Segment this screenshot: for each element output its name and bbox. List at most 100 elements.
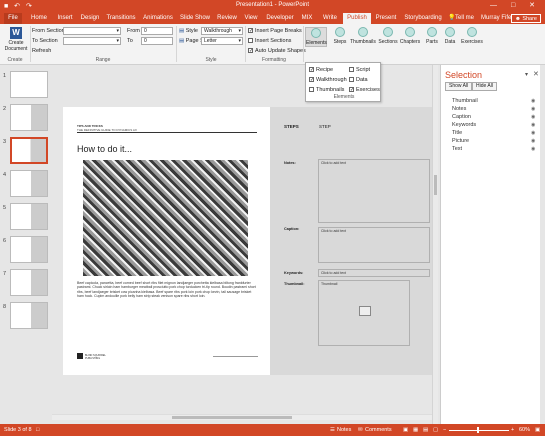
selection-item-notes[interactable]: Notes bbox=[452, 106, 466, 112]
normal-view-icon[interactable]: ▣ bbox=[403, 427, 408, 433]
tab-mix[interactable]: MIX bbox=[300, 13, 314, 24]
scroll-thumb[interactable] bbox=[434, 175, 437, 195]
tab-insert[interactable]: Insert bbox=[55, 13, 75, 24]
menu-item-recipe[interactable]: ✓ Recipe bbox=[309, 67, 333, 73]
selection-item-title[interactable]: Title bbox=[452, 130, 462, 136]
slide-heading[interactable]: How to do it... bbox=[77, 144, 132, 154]
tab-transitions[interactable]: Transitions bbox=[105, 13, 137, 24]
eye-icon[interactable]: ◉ bbox=[531, 122, 535, 128]
fit-to-window-icon[interactable]: ▣ bbox=[535, 427, 540, 433]
from-page-input[interactable]: 0 bbox=[141, 27, 173, 35]
checkbox-unchecked-icon bbox=[349, 77, 354, 83]
group-label-range: Range bbox=[95, 57, 111, 63]
menu-item-walkthrough[interactable]: ✓ Walkthrough bbox=[309, 77, 347, 83]
zoom-slider-thumb[interactable] bbox=[477, 427, 479, 433]
chevron-down-icon[interactable]: ▾ bbox=[525, 71, 528, 78]
tab-developer[interactable]: Developer bbox=[265, 13, 295, 24]
slide-thumbnail[interactable] bbox=[10, 104, 48, 131]
slide-thumbnail[interactable] bbox=[10, 170, 48, 197]
slide-thumbnail[interactable] bbox=[10, 203, 48, 230]
zoom-level[interactable]: 60% bbox=[519, 427, 530, 433]
tab-design[interactable]: Design bbox=[80, 13, 100, 24]
eye-icon[interactable]: ◉ bbox=[531, 106, 535, 112]
refresh-button[interactable]: Refresh bbox=[32, 48, 51, 54]
slide-body-text[interactable]: Beef capicola, pancetta, beef corned bee… bbox=[77, 281, 257, 298]
steps-button[interactable]: Steps bbox=[329, 27, 351, 45]
chevron-down-icon: ▾ bbox=[238, 38, 241, 44]
menu-item-script[interactable]: Script bbox=[349, 67, 370, 73]
to-page-input[interactable]: 0 bbox=[141, 37, 173, 45]
eye-icon[interactable]: ◉ bbox=[531, 98, 535, 104]
hide-all-button[interactable]: Hide All bbox=[472, 82, 497, 91]
slide-canvas[interactable]: TIPS AND TRICKS THE DEFINITIVE GUIDE TO … bbox=[63, 107, 432, 375]
window-controls[interactable]: — □ ✕ bbox=[490, 1, 541, 9]
tab-slide-show[interactable]: Slide Show bbox=[179, 13, 211, 24]
sections-button[interactable]: Sections bbox=[377, 27, 399, 45]
slide-thumbnail[interactable] bbox=[10, 71, 48, 98]
from-section-dropdown[interactable]: ▾ bbox=[63, 27, 121, 35]
notes-button[interactable]: Notes bbox=[337, 427, 351, 433]
zoom-in-icon[interactable]: + bbox=[511, 427, 514, 433]
share-button[interactable]: ☻ Share bbox=[510, 14, 541, 23]
eye-icon[interactable]: ◉ bbox=[531, 138, 535, 144]
checkbox-checked-icon: ✓ bbox=[248, 48, 254, 55]
slide-thumbnail[interactable] bbox=[10, 269, 48, 296]
show-all-button[interactable]: Show All bbox=[445, 82, 473, 91]
create-document-button[interactable]: W Create Document bbox=[4, 27, 28, 52]
chapters-button[interactable]: Chapters bbox=[399, 27, 421, 45]
page-size-dropdown[interactable]: Letter ▾ bbox=[201, 37, 243, 45]
tab-write[interactable]: Write bbox=[321, 13, 339, 24]
tab-storyboarding[interactable]: Storyboarding bbox=[403, 13, 443, 24]
spellcheck-icon[interactable]: □ bbox=[36, 427, 39, 433]
elements-button[interactable]: Elements bbox=[305, 27, 327, 47]
slide-show-icon[interactable]: ▢ bbox=[433, 427, 438, 433]
auto-update-shapes-checkbox[interactable]: ✓ Auto Update Shapes bbox=[248, 48, 306, 54]
style-dropdown[interactable]: Walkthrough ▾ bbox=[201, 27, 243, 35]
menu-item-exercises[interactable]: ✓ Exercises bbox=[349, 87, 380, 93]
zoom-slider[interactable] bbox=[449, 430, 509, 431]
close-icon[interactable]: ✕ bbox=[533, 70, 539, 78]
eye-icon[interactable]: ◉ bbox=[531, 114, 535, 120]
tab-publish[interactable]: Publish bbox=[343, 13, 371, 24]
slide-thumbnail-selected[interactable] bbox=[10, 137, 48, 164]
tab-view[interactable]: View bbox=[242, 13, 260, 24]
selection-item-keywords[interactable]: Keywords bbox=[452, 122, 476, 128]
selection-item-picture[interactable]: Picture bbox=[452, 138, 469, 144]
eye-icon[interactable]: ◉ bbox=[531, 130, 535, 136]
eye-icon[interactable]: ◉ bbox=[531, 146, 535, 152]
reading-view-icon[interactable]: ▤ bbox=[423, 427, 428, 433]
notes-placeholder[interactable]: Click to add text bbox=[318, 159, 430, 223]
data-button[interactable]: Data bbox=[439, 27, 461, 45]
insert-sections-checkbox[interactable]: Insert Sections bbox=[248, 38, 291, 44]
tab-home[interactable]: Home bbox=[29, 13, 49, 24]
caption-placeholder[interactable]: Click to add text bbox=[318, 227, 430, 263]
comments-button[interactable]: Comments bbox=[365, 427, 392, 433]
menu-item-thumbnails[interactable]: Thumbnails bbox=[309, 87, 344, 93]
selection-item-thumbnail[interactable]: Thumbnail bbox=[452, 98, 478, 104]
slide-number: 3 bbox=[3, 139, 7, 145]
tab-present[interactable]: Present bbox=[374, 13, 398, 24]
menu-item-data[interactable]: Data bbox=[349, 77, 368, 83]
tab-review[interactable]: Review bbox=[216, 13, 238, 24]
thumbnail-placeholder[interactable]: Thumbnail bbox=[318, 280, 410, 346]
scroll-thumb[interactable] bbox=[172, 416, 292, 419]
slide-thumbnail[interactable] bbox=[10, 302, 48, 329]
slide-thumbnail[interactable] bbox=[10, 236, 48, 263]
thumbnails-button[interactable]: Thumbnails bbox=[350, 27, 376, 45]
tab-animations[interactable]: Animations bbox=[141, 13, 175, 24]
tab-file[interactable]: File bbox=[4, 13, 22, 24]
vertical-scrollbar[interactable] bbox=[432, 65, 438, 424]
selection-item-text[interactable]: Text bbox=[452, 146, 462, 152]
slide-sorter-icon[interactable]: ▦ bbox=[413, 427, 418, 433]
zoom-out-icon[interactable]: − bbox=[443, 427, 446, 433]
exercises-button[interactable]: Exercises bbox=[459, 27, 485, 45]
insert-page-breaks-checkbox[interactable]: ✓ Insert Page Breaks bbox=[248, 28, 302, 34]
tell-me-box[interactable]: Tell me bbox=[455, 13, 474, 24]
user-name[interactable]: Murray Fife bbox=[481, 13, 511, 24]
keywords-placeholder[interactable]: Click to add text bbox=[318, 269, 430, 277]
selection-item-caption[interactable]: Caption bbox=[452, 114, 471, 120]
to-section-dropdown[interactable]: ▾ bbox=[63, 37, 121, 45]
to-section-label: To Section bbox=[32, 38, 58, 44]
slide-picture[interactable] bbox=[83, 160, 248, 276]
horizontal-scrollbar[interactable] bbox=[52, 414, 432, 420]
